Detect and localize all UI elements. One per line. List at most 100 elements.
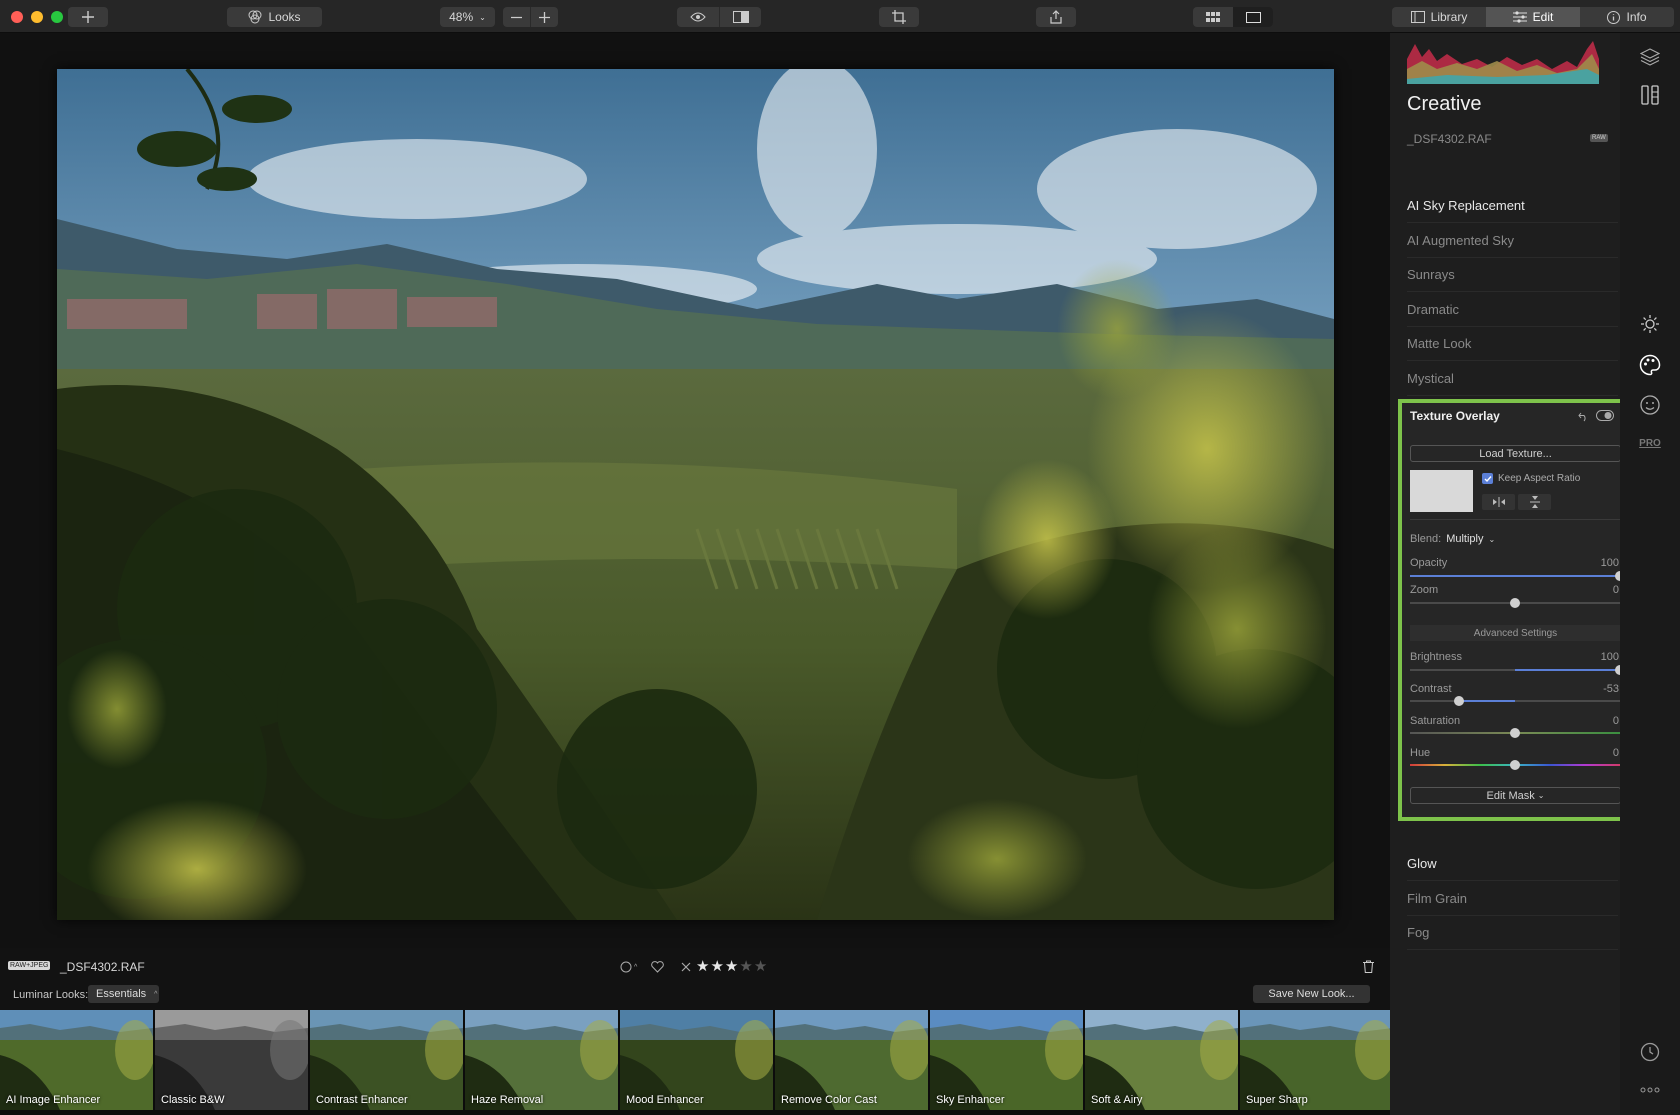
tool-section[interactable]: AI Sky Replacement [1407,189,1618,223]
keep-aspect-ratio-row[interactable]: Keep Aspect Ratio [1482,473,1580,484]
opacity-label: Opacity [1410,557,1448,569]
hue-label: Hue [1410,747,1431,759]
canvas-icon [1641,85,1659,105]
zoom-slider[interactable] [1410,598,1620,608]
advanced-settings-header[interactable]: Advanced Settings [1410,625,1621,641]
heart-icon[interactable] [651,961,664,973]
keep-aspect-checkbox[interactable] [1482,473,1493,484]
flip-horizontal-button[interactable] [1482,494,1515,510]
advanced-settings-label: Advanced Settings [1473,627,1558,639]
tab-library[interactable]: Library [1392,7,1486,27]
chevron-down-icon: ⌄ [1537,791,1545,800]
saturation-label: Saturation [1410,715,1461,727]
pro-label: PRO [1639,437,1661,449]
brightness-label: Brightness [1410,651,1462,663]
info-icon [1607,10,1621,24]
pro-tools-button[interactable]: PRO [1638,431,1662,455]
tool-section[interactable]: Sunrays [1407,258,1618,292]
main-photo[interactable] [57,69,1334,920]
layers-button[interactable] [1638,45,1662,69]
star-rating[interactable]: ★★★★★ [696,957,768,975]
tool-section-label: Matte Look [1407,336,1472,351]
zoom-slider-knob[interactable] [1510,598,1520,608]
tool-section[interactable]: Mystical [1407,362,1618,396]
preview-button[interactable] [677,7,719,27]
zoom-label: Zoom [1410,584,1439,596]
opacity-slider[interactable] [1410,571,1625,581]
library-icon [1410,11,1425,23]
tool-section-label: Mystical [1407,370,1454,386]
share-button[interactable] [1036,7,1076,27]
single-view-button[interactable] [1233,7,1273,27]
hue-slider[interactable] [1410,760,1620,770]
look-thumbnail[interactable]: Classic B&W [155,1010,308,1110]
color-label-dropdown[interactable]: ^ [620,960,642,974]
look-thumbnail[interactable]: AI Image Enhancer [0,1010,153,1110]
look-thumbnail[interactable]: Sky Enhancer [930,1010,1083,1110]
edit-mask-button[interactable]: Edit Mask ⌄ [1410,787,1621,804]
crop-button[interactable] [879,7,919,27]
look-thumbnail[interactable]: Haze Removal [465,1010,618,1110]
zoom-dropdown[interactable]: 48% ⌄ [440,7,495,27]
more-options-button[interactable] [1638,1078,1662,1102]
compare-button[interactable] [719,7,761,27]
tool-section[interactable]: AI Augmented Sky [1407,224,1618,258]
flip-horizontal-icon [1492,497,1505,507]
zoom-window-button[interactable] [51,11,63,23]
tool-section[interactable]: Dramatic [1407,293,1618,327]
layout-controls [1193,7,1273,27]
hue-slider-knob[interactable] [1510,760,1520,770]
canvas-tools-button[interactable] [1638,83,1662,107]
look-thumbnail[interactable]: Remove Color Cast [775,1010,928,1110]
tool-section-label: Film Grain [1407,890,1467,906]
grid-view-button[interactable] [1193,7,1233,27]
zoom-slider-value: 0 [1612,584,1619,596]
close-window-button[interactable] [11,11,23,23]
looks-filmstrip: AI Image Enhancer Classic B&W Contrast Enh… [0,1010,1390,1115]
tool-section-label: Sunrays [1407,267,1455,282]
undo-icon[interactable] [1578,411,1589,422]
zoom-in-button[interactable] [530,7,558,27]
save-new-look-button[interactable]: Save New Look... [1253,985,1370,1003]
texture-thumbnail[interactable] [1410,470,1473,512]
tab-info[interactable]: Info [1580,7,1674,27]
look-thumbnail[interactable]: Contrast Enhancer [310,1010,463,1110]
star-icon[interactable]: ★ [696,958,710,975]
portrait-button[interactable] [1638,393,1662,417]
look-thumbnail[interactable]: Super Sharp [1240,1010,1390,1110]
tool-section[interactable]: Glow [1407,847,1618,881]
look-thumbnail[interactable]: Mood Enhancer [620,1010,773,1110]
tool-section[interactable]: Fog [1407,916,1618,950]
minimize-window-button[interactable] [31,11,43,23]
creative-button[interactable] [1638,353,1662,377]
format-badge: RAW+JPEG [8,961,51,970]
plus-icon [82,11,94,23]
essentials-button[interactable] [1638,312,1662,336]
saturation-slider-knob[interactable] [1510,728,1520,738]
looks-button[interactable]: Looks [227,7,322,27]
blend-value[interactable]: Multiply [1446,533,1483,545]
tool-section[interactable]: Film Grain [1407,882,1618,916]
looks-category-dropdown[interactable]: Essentials ^ [88,985,159,1003]
contrast-slider-knob[interactable] [1454,696,1465,706]
trash-icon[interactable] [1363,960,1374,973]
star-icon[interactable]: ★ [754,958,768,975]
blend-row[interactable]: Blend: Multiply ⌄ [1410,533,1495,545]
history-button[interactable] [1638,1040,1662,1064]
tab-edit[interactable]: Edit [1486,7,1580,27]
look-thumbnail[interactable]: Soft & Airy [1085,1010,1238,1110]
flip-vertical-button[interactable] [1518,494,1551,510]
reject-icon[interactable] [681,962,691,972]
star-icon[interactable]: ★ [725,958,739,975]
tool-section[interactable]: Matte Look [1407,327,1618,361]
zoom-out-button[interactable] [503,7,530,27]
contrast-slider[interactable] [1410,696,1620,706]
toggle-visibility-icon[interactable] [1596,410,1614,421]
star-icon[interactable]: ★ [710,958,724,975]
add-button[interactable] [68,7,108,27]
brightness-slider[interactable] [1410,665,1625,675]
zoom-value: 48% [449,10,474,24]
star-icon[interactable]: ★ [739,958,753,975]
saturation-slider[interactable] [1410,728,1620,738]
load-texture-button[interactable]: Load Texture... [1410,445,1621,462]
